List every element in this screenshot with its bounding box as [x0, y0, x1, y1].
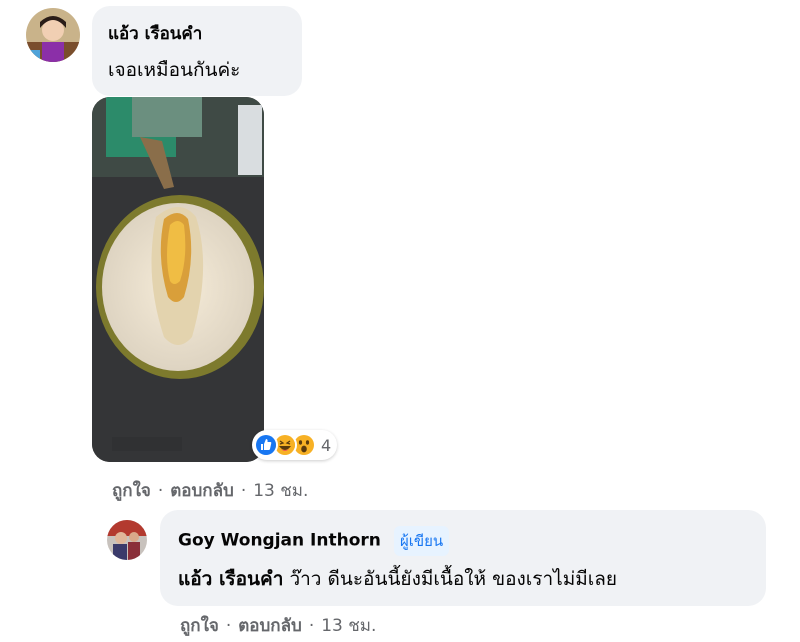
like-button[interactable]: ถูกใจ — [112, 477, 151, 504]
like-icon — [254, 433, 278, 457]
comment-bubble: แอ้ว เรือนคำ เจอเหมือนกันค่ะ — [92, 6, 302, 96]
comment-text: เจอเหมือนกันค่ะ — [108, 59, 241, 81]
reaction-count: 4 — [321, 435, 332, 455]
comment-author[interactable]: แอ้ว เรือนคำ — [108, 20, 286, 47]
reactions-summary[interactable]: 4 — [252, 430, 338, 460]
reply-bubble: Goy Wongjan Inthorn ผู้เขียน แอ้ว เรือนค… — [160, 510, 766, 606]
author-badge: ผู้เขียน — [393, 526, 450, 556]
avatar-reply-author[interactable] — [107, 520, 147, 560]
reply-text-line: แอ้ว เรือนคำ ว๊าว ดีนะอันนี้ยังมีเนื้อให… — [178, 564, 748, 594]
mention-link[interactable]: แอ้ว เรือนคำ — [178, 568, 283, 590]
reply-timestamp[interactable]: 13 ชม. — [321, 612, 376, 639]
separator: · — [157, 480, 164, 501]
like-button[interactable]: ถูกใจ — [180, 612, 219, 639]
separator: · — [240, 480, 247, 501]
reply-text: ว๊าว ดีนะอันนี้ยังมีเนื้อให้ ของเราไม่มี… — [289, 568, 618, 590]
separator: · — [308, 615, 315, 636]
comment-photo[interactable] — [92, 97, 264, 462]
comment-actions: ถูกใจ · ตอบกลับ · 13 ชม. — [112, 477, 308, 504]
reply-author[interactable]: Goy Wongjan Inthorn — [178, 531, 381, 551]
reply-button[interactable]: ตอบกลับ — [170, 477, 234, 504]
reply-button[interactable]: ตอบกลับ — [238, 612, 302, 639]
avatar-commenter[interactable] — [26, 8, 80, 62]
reply-actions: ถูกใจ · ตอบกลับ · 13 ชม. — [180, 612, 376, 639]
comment-timestamp[interactable]: 13 ชม. — [253, 477, 308, 504]
separator: · — [225, 615, 232, 636]
